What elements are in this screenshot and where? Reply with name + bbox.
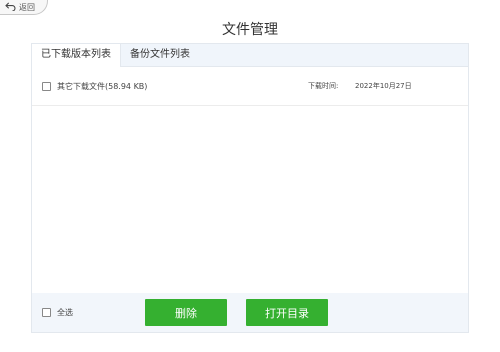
select-all-label: 全选 — [57, 308, 73, 317]
open-directory-button[interactable]: 打开目录 — [246, 299, 328, 326]
select-all-checkbox[interactable] — [42, 308, 51, 317]
delete-button[interactable]: 删除 — [145, 299, 227, 326]
file-list-item: 其它下载文件(58.94 KB) 下载时间: 2022年10月27日 — [32, 67, 468, 106]
file-name: 其它下载文件(58.94 KB) — [57, 81, 148, 91]
select-all[interactable]: 全选 — [32, 307, 73, 318]
tab-backup-files[interactable]: 备份文件列表 — [121, 44, 199, 66]
tab-bar: 已下载版本列表 备份文件列表 — [32, 44, 468, 67]
tab-downloaded-versions[interactable]: 已下载版本列表 — [32, 44, 121, 67]
file-list-body — [32, 106, 468, 298]
page-title: 文件管理 — [222, 22, 278, 38]
download-time-value: 2022年10月27日 — [355, 82, 412, 90]
file-manager-panel: 已下载版本列表 备份文件列表 其它下载文件(58.94 KB) 下载时间: 20… — [31, 43, 469, 333]
file-checkbox[interactable] — [42, 81, 51, 91]
back-button[interactable]: 返回 — [0, 0, 48, 15]
footer-bar: 全选 删除 打开目录 — [32, 293, 468, 332]
back-label: 返回 — [19, 2, 35, 12]
download-time-label: 下载时间: — [308, 82, 339, 90]
back-arrow-icon — [5, 2, 16, 13]
